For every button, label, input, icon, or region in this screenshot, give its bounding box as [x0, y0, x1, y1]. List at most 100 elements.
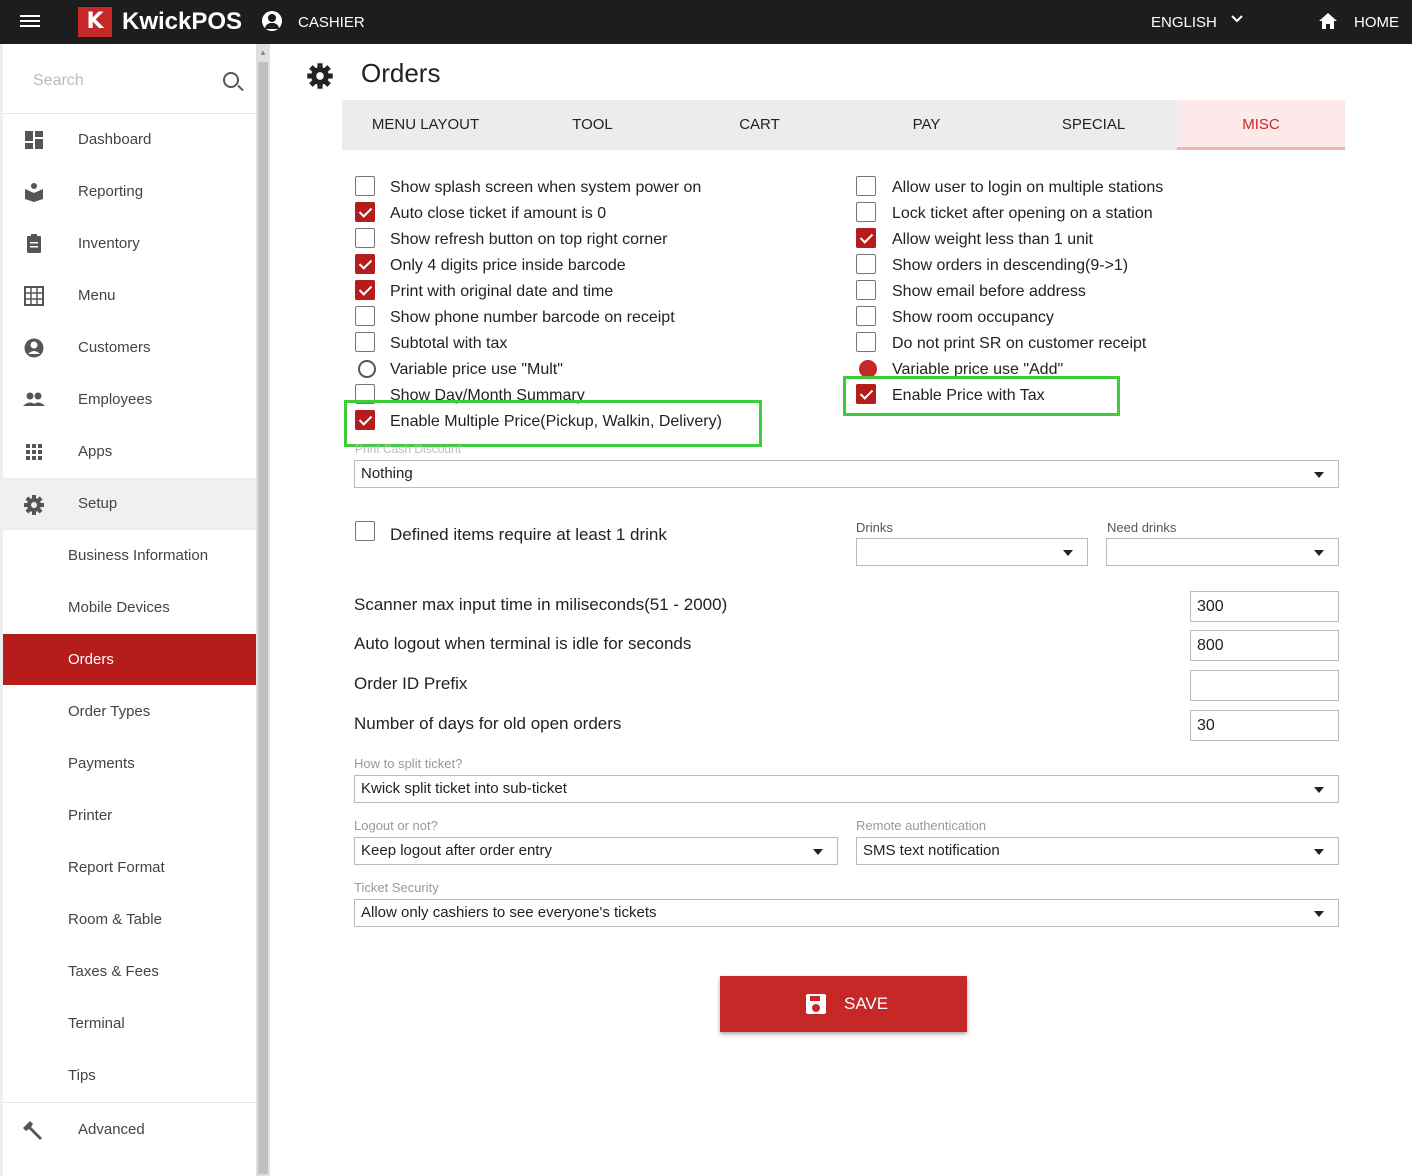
sidebar-subitem-room-table[interactable]: Room & Table — [3, 894, 256, 946]
brand-name: KwickPOS — [122, 8, 243, 35]
sidebar-item-menu[interactable]: Menu — [3, 270, 256, 322]
sidebar-subitem-mobile-devices[interactable]: Mobile Devices — [3, 582, 256, 634]
tab-misc[interactable]: MISC — [1177, 100, 1345, 150]
checkbox-allow-login-multiple-stations[interactable] — [856, 176, 876, 196]
remote-auth-select[interactable]: SMS text notification — [856, 837, 1339, 865]
sidebar-item-inventory[interactable]: Inventory — [3, 218, 256, 270]
hamburger-menu-icon[interactable] — [20, 12, 40, 32]
home-link[interactable]: HOME — [1354, 14, 1399, 31]
checkbox-orders-descending[interactable] — [856, 254, 876, 274]
brand-logo-icon: K — [78, 7, 112, 37]
home-icon[interactable] — [1318, 12, 1338, 30]
sidebar-item-dashboard[interactable]: Dashboard — [3, 114, 256, 166]
highlight-box — [344, 400, 762, 447]
sidebar-subitem-terminal[interactable]: Terminal — [3, 998, 256, 1050]
checkbox-subtotal-with-tax[interactable] — [355, 332, 375, 352]
search-input[interactable]: Search — [33, 72, 84, 90]
sidebar-item-label: Terminal — [68, 1015, 125, 1032]
sidebar-item-label: Business Information — [68, 547, 209, 564]
sidebar-subitem-payments[interactable]: Payments — [3, 738, 256, 790]
select-value: Nothing — [361, 465, 413, 482]
option-label: Allow weight less than 1 unit — [892, 231, 1093, 248]
sidebar-search[interactable]: Search — [3, 56, 256, 114]
radio-variable-price-mult[interactable] — [358, 360, 376, 378]
split-ticket-select[interactable]: Kwick split ticket into sub-ticket — [354, 775, 1339, 803]
scanner-time-input[interactable]: 300 — [1190, 591, 1339, 622]
checkbox-email-before-address[interactable] — [856, 280, 876, 300]
tab-cart[interactable]: CART — [676, 100, 843, 150]
remote-auth-label: Remote authentication — [856, 818, 987, 833]
checkbox-show-splash-screen[interactable] — [355, 176, 375, 196]
option-label: Lock ticket after opening on a station — [892, 205, 1153, 222]
scroll-up-arrow-icon[interactable]: ▲ — [259, 48, 267, 57]
option-label: Show splash screen when system power on — [390, 179, 702, 196]
sidebar-subitem-tips[interactable]: Tips — [3, 1050, 256, 1102]
auto-logout-input[interactable]: 800 — [1190, 630, 1339, 661]
sidebar-item-apps[interactable]: Apps — [3, 426, 256, 478]
checkbox-print-original-date[interactable] — [355, 280, 375, 300]
sidebar-item-label: Tips — [68, 1067, 96, 1084]
old-orders-days-input[interactable]: 30 — [1190, 710, 1339, 741]
option-label: Show refresh button on top right corner — [390, 231, 668, 248]
search-icon[interactable] — [223, 72, 239, 88]
tab-menu-layout[interactable]: MENU LAYOUT — [342, 100, 509, 150]
sidebar-item-reporting[interactable]: Reporting — [3, 166, 256, 218]
language-selector[interactable]: ENGLISH — [1151, 14, 1217, 31]
tab-tool[interactable]: TOOL — [509, 100, 676, 150]
need-drinks-select[interactable] — [1106, 538, 1339, 566]
scrollbar-thumb[interactable] — [258, 62, 268, 1174]
checkbox-show-refresh-button[interactable] — [355, 228, 375, 248]
sidebar-subitem-business-information[interactable]: Business Information — [3, 530, 256, 582]
sidebar-item-label: Customers — [78, 339, 151, 356]
checkbox-only-4-digits-price[interactable] — [355, 254, 375, 274]
checkbox-show-room-occupancy[interactable] — [856, 306, 876, 326]
select-value: Keep logout after order entry — [361, 842, 552, 859]
sidebar-subitem-taxes-fees[interactable]: Taxes & Fees — [3, 946, 256, 998]
sidebar-item-label: Orders — [68, 651, 114, 668]
sidebar-subitem-orders[interactable]: Orders — [3, 634, 256, 685]
dropdown-arrow-icon[interactable] — [1314, 550, 1324, 556]
checkbox-require-drink[interactable] — [355, 521, 375, 541]
sidebar-item-label: Advanced — [78, 1121, 145, 1138]
save-button[interactable]: SAVE — [720, 976, 967, 1032]
drinks-label: Drinks — [856, 520, 893, 535]
tab-special[interactable]: SPECIAL — [1010, 100, 1177, 150]
user-account-icon[interactable] — [262, 11, 282, 31]
ticket-security-select[interactable]: Allow only cashiers to see everyone's ti… — [354, 899, 1339, 927]
option-label: Show email before address — [892, 283, 1086, 300]
print-cash-discount-select[interactable]: Nothing — [354, 460, 1339, 488]
drinks-select[interactable] — [856, 538, 1088, 566]
logout-select[interactable]: Keep logout after order entry — [354, 837, 838, 865]
dashboard-icon — [23, 130, 45, 150]
select-value: Kwick split ticket into sub-ticket — [361, 780, 567, 797]
sidebar-subitem-order-types[interactable]: Order Types — [3, 686, 256, 738]
dropdown-arrow-icon[interactable] — [1314, 849, 1324, 855]
option-label: Show room occupancy — [892, 309, 1054, 326]
gear-icon — [23, 494, 45, 515]
dropdown-arrow-icon[interactable] — [1314, 911, 1324, 917]
dropdown-arrow-icon[interactable] — [1314, 787, 1324, 793]
order-id-prefix-input[interactable] — [1190, 670, 1339, 701]
sidebar-item-customers[interactable]: Customers — [3, 322, 256, 374]
sidebar-item-setup[interactable]: Setup — [3, 478, 256, 530]
tab-pay[interactable]: PAY — [843, 100, 1010, 150]
dropdown-arrow-icon[interactable] — [813, 849, 823, 855]
old-orders-days-label: Number of days for old open orders — [354, 714, 622, 733]
sidebar-item-label: Mobile Devices — [68, 599, 170, 616]
sidebar-subitem-report-format[interactable]: Report Format — [3, 842, 256, 894]
dropdown-arrow-icon[interactable] — [1314, 472, 1324, 478]
chevron-down-icon[interactable] — [1230, 12, 1244, 29]
checkbox-allow-weight-less-than-1[interactable] — [856, 228, 876, 248]
sidebar-subitem-printer[interactable]: Printer — [3, 790, 256, 842]
sidebar-item-label: Reporting — [78, 183, 144, 200]
sidebar-item-advanced[interactable]: Advanced — [3, 1104, 256, 1156]
highlight-box — [843, 376, 1120, 416]
sidebar-item-employees[interactable]: Employees — [3, 374, 256, 426]
checkbox-show-phone-barcode[interactable] — [355, 306, 375, 326]
checkbox-auto-close-ticket[interactable] — [355, 202, 375, 222]
checkbox-lock-ticket[interactable] — [856, 202, 876, 222]
sidebar-scrollbar[interactable]: ▲ — [256, 44, 270, 1176]
checkbox-no-print-sr[interactable] — [856, 332, 876, 352]
sidebar-item-label: Report Format — [68, 859, 165, 876]
dropdown-arrow-icon[interactable] — [1063, 550, 1073, 556]
